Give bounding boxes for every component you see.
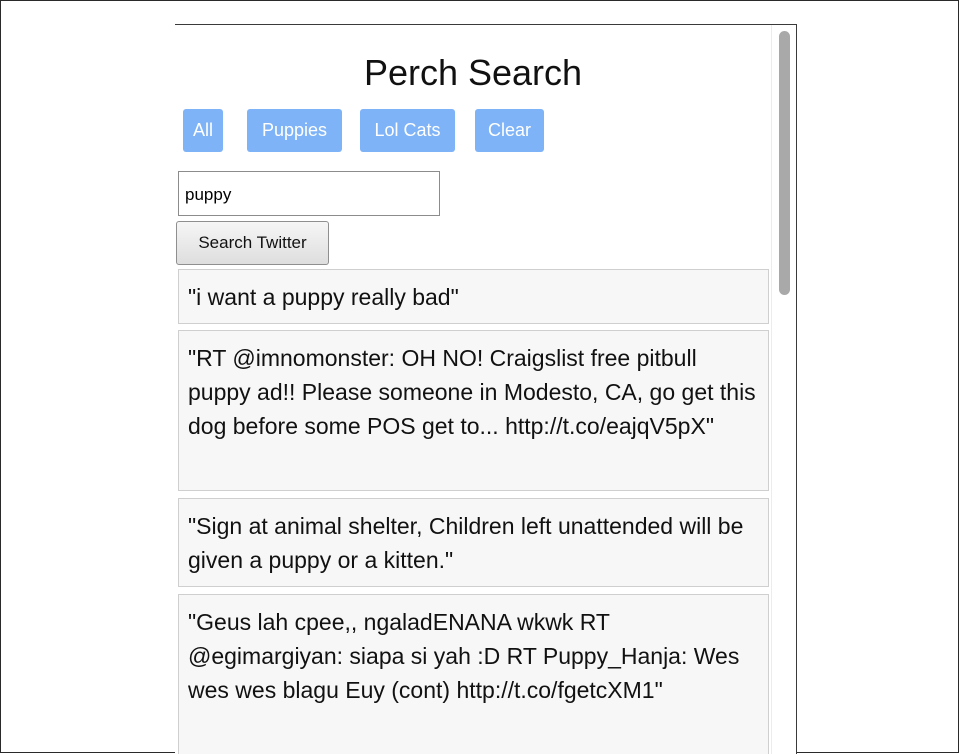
clear-button[interactable]: Clear <box>475 109 544 152</box>
tweet-item: "RT @imnomonster: OH NO! Craigslist free… <box>178 330 769 491</box>
search-twitter-button[interactable]: Search Twitter <box>176 221 329 265</box>
tweet-item: "i want a puppy really bad" <box>178 269 769 324</box>
tweet-item: "Sign at animal shelter, Children left u… <box>178 498 769 587</box>
app-window: Perch Search All Puppies Lol Cats Clear … <box>175 24 797 754</box>
scrollbar-thumb[interactable] <box>779 31 790 295</box>
lol-cats-button[interactable]: Lol Cats <box>360 109 455 152</box>
vertical-scrollbar[interactable] <box>771 25 796 754</box>
all-button[interactable]: All <box>183 109 223 152</box>
scroll-content: Perch Search All Puppies Lol Cats Clear … <box>175 25 771 754</box>
search-input[interactable]: puppy <box>178 171 440 216</box>
puppies-button[interactable]: Puppies <box>247 109 342 152</box>
page-title: Perch Search <box>363 52 583 93</box>
tweet-item: "Geus lah cpee,, ngaladENANA wkwk RT @eg… <box>178 594 769 754</box>
